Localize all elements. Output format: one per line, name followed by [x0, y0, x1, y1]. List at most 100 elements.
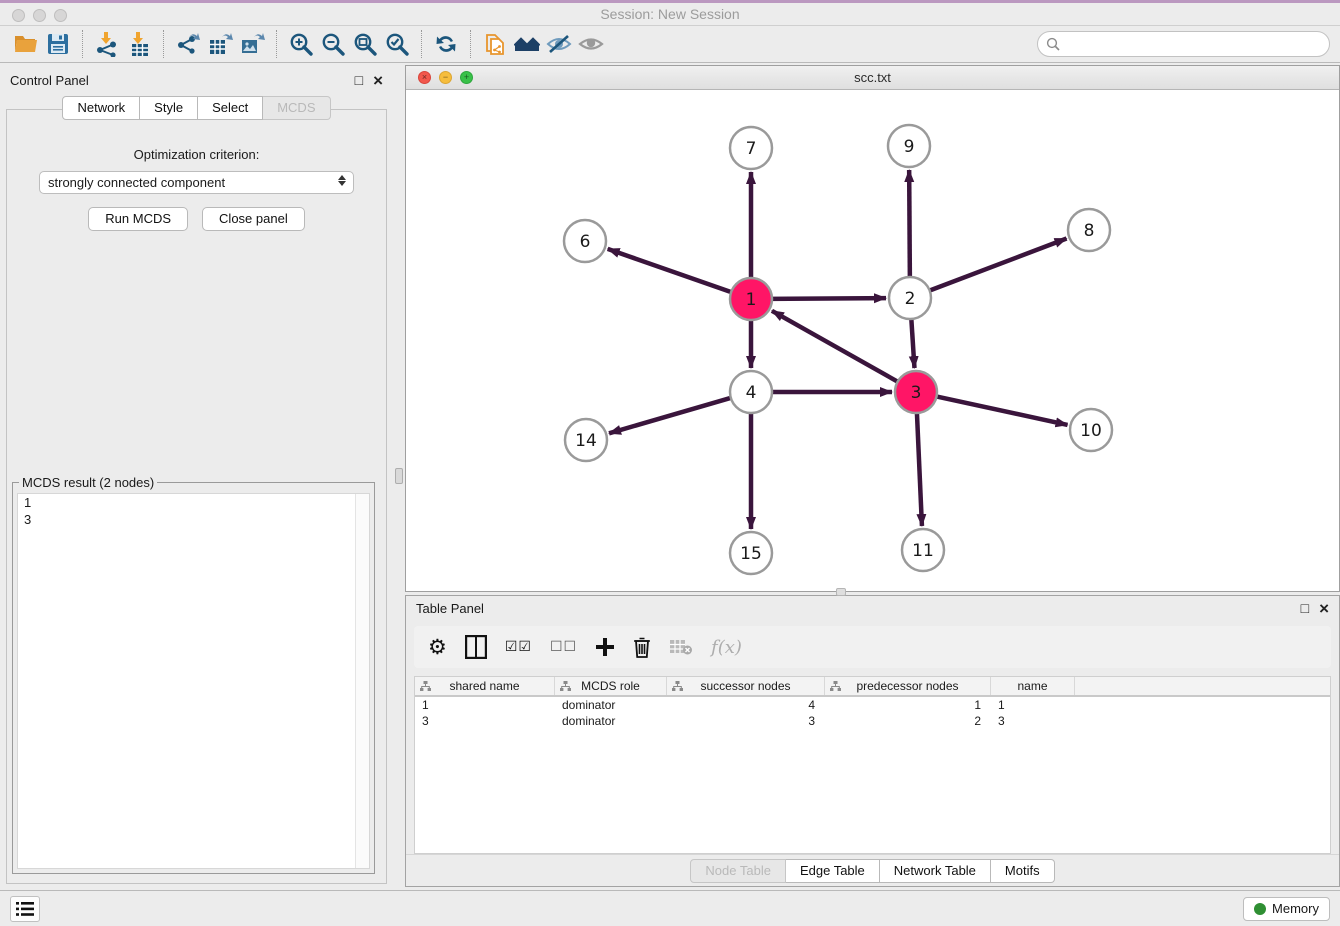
table-cell[interactable]: dominator — [555, 713, 667, 729]
graph-node-4[interactable]: 4 — [730, 371, 772, 413]
export-table-button[interactable] — [204, 29, 236, 59]
select-all-checkboxes-icon[interactable]: ☑☑ — [505, 632, 532, 662]
mcds-result-list[interactable]: 13 — [17, 493, 370, 869]
table-cell[interactable]: 3 — [415, 713, 555, 729]
table-cell[interactable]: 1 — [991, 697, 1075, 713]
graph-edge-1-2[interactable] — [770, 298, 886, 299]
graph-node-7[interactable]: 7 — [730, 127, 772, 169]
minimize-window-icon[interactable] — [33, 9, 46, 22]
show-all-button[interactable] — [575, 29, 607, 59]
network-minimize-icon[interactable]: − — [439, 71, 452, 84]
tab-network-table[interactable]: Network Table — [880, 859, 991, 883]
home-button[interactable] — [511, 29, 543, 59]
table-cell[interactable]: 1 — [825, 697, 991, 713]
graph-edge-3-1[interactable] — [772, 311, 900, 383]
graph-node-6[interactable]: 6 — [564, 220, 606, 262]
graph-node-2[interactable]: 2 — [889, 277, 931, 319]
result-scrollbar[interactable] — [355, 494, 369, 868]
close-panel-button[interactable]: Close panel — [202, 207, 305, 231]
open-session-button[interactable] — [10, 29, 42, 59]
table-row[interactable]: 3dominator323 — [415, 713, 1330, 729]
search-input[interactable] — [1037, 31, 1330, 57]
table-cell[interactable]: 1 — [415, 697, 555, 713]
refresh-button[interactable] — [430, 29, 462, 59]
float-panel-icon[interactable]: □ — [1301, 601, 1309, 615]
column-header-predecessor-nodes[interactable]: predecessor nodes — [825, 677, 991, 695]
float-panel-icon[interactable]: □ — [355, 73, 363, 87]
tab-select[interactable]: Select — [198, 96, 263, 120]
graph-edge-3-10[interactable] — [935, 396, 1068, 425]
graph-node-1[interactable]: 1 — [730, 278, 772, 320]
hide-selected-button[interactable] — [543, 29, 575, 59]
zoom-fit-button[interactable] — [349, 29, 381, 59]
graph-edge-3-11[interactable] — [917, 411, 922, 526]
deselect-all-checkboxes-icon[interactable]: ☐☐ — [550, 632, 577, 662]
split-columns-icon[interactable] — [465, 632, 487, 662]
table-cell[interactable]: 2 — [825, 713, 991, 729]
network-window-titlebar[interactable]: × − + scc.txt — [406, 66, 1339, 90]
export-network-button[interactable] — [172, 29, 204, 59]
graph-edge-4-14[interactable] — [609, 397, 733, 433]
eye-slash-icon — [546, 31, 572, 57]
table-cell[interactable]: dominator — [555, 697, 667, 713]
task-history-button[interactable] — [10, 896, 40, 922]
svg-text:11: 11 — [912, 541, 934, 561]
network-canvas[interactable]: 7 9 6 8 1 2 4 3 14 10 15 11 — [406, 90, 1339, 591]
tab-network[interactable]: Network — [62, 96, 140, 120]
copy-network-button[interactable] — [479, 29, 511, 59]
network-maximize-icon[interactable]: + — [460, 71, 473, 84]
graph-edge-2-3[interactable] — [911, 317, 914, 368]
network-close-icon[interactable]: × — [418, 71, 431, 84]
table-cell[interactable]: 3 — [667, 713, 825, 729]
tab-motifs[interactable]: Motifs — [991, 859, 1055, 883]
run-mcds-button[interactable]: Run MCDS — [88, 207, 188, 231]
graph-edge-2-8[interactable] — [928, 239, 1067, 292]
table-cell[interactable]: 3 — [991, 713, 1075, 729]
horizontal-splitter[interactable] — [405, 592, 1340, 595]
zoom-in-button[interactable] — [285, 29, 317, 59]
graph-edge-2-9[interactable] — [909, 170, 910, 279]
table-panel-header: Table Panel □ × — [406, 596, 1339, 620]
tab-mcds[interactable]: MCDS — [263, 96, 330, 120]
graph-edge-1-6[interactable] — [608, 249, 733, 293]
table-row[interactable]: 1dominator411 — [415, 697, 1330, 713]
import-network-button[interactable] — [91, 29, 123, 59]
graph-node-11[interactable]: 11 — [902, 529, 944, 571]
column-header-shared-name[interactable]: shared name — [415, 677, 555, 695]
column-header-successor-nodes[interactable]: successor nodes — [667, 677, 825, 695]
import-table-button[interactable] — [123, 29, 155, 59]
zoom-fit-icon — [352, 31, 378, 57]
maximize-window-icon[interactable] — [54, 9, 67, 22]
copy-network-icon — [482, 31, 508, 57]
graph-node-10[interactable]: 10 — [1070, 409, 1112, 451]
graph-node-14[interactable]: 14 — [565, 419, 607, 461]
close-panel-icon[interactable]: × — [373, 72, 383, 89]
graph-node-15[interactable]: 15 — [730, 532, 772, 574]
close-window-icon[interactable] — [12, 9, 25, 22]
result-item[interactable]: 1 — [18, 494, 369, 511]
column-label: predecessor nodes — [856, 679, 958, 693]
tab-node-table[interactable]: Node Table — [690, 859, 786, 883]
graph-node-8[interactable]: 8 — [1068, 209, 1110, 251]
gear-icon[interactable]: ⚙ — [428, 632, 447, 662]
save-session-button[interactable] — [42, 29, 74, 59]
tab-edge-table[interactable]: Edge Table — [786, 859, 880, 883]
graph-node-9[interactable]: 9 — [888, 125, 930, 167]
column-header-MCDS-role[interactable]: MCDS role — [555, 677, 667, 695]
graph-node-3[interactable]: 3 — [895, 371, 937, 413]
close-panel-icon[interactable]: × — [1319, 600, 1329, 617]
splitter-grip[interactable] — [836, 588, 846, 596]
table-cell[interactable]: 4 — [667, 697, 825, 713]
result-item[interactable]: 3 — [18, 511, 369, 528]
tab-style[interactable]: Style — [140, 96, 198, 120]
vertical-splitter[interactable] — [393, 63, 405, 890]
zoom-selected-button[interactable] — [381, 29, 413, 59]
column-header-name[interactable]: name — [991, 677, 1075, 695]
trash-icon[interactable] — [633, 632, 651, 662]
splitter-grip[interactable] — [395, 468, 403, 484]
zoom-out-button[interactable] — [317, 29, 349, 59]
export-image-button[interactable] — [236, 29, 268, 59]
memory-button[interactable]: Memory — [1243, 897, 1330, 921]
optimization-select[interactable]: strongly connected component — [39, 171, 354, 194]
add-icon[interactable] — [595, 632, 615, 662]
